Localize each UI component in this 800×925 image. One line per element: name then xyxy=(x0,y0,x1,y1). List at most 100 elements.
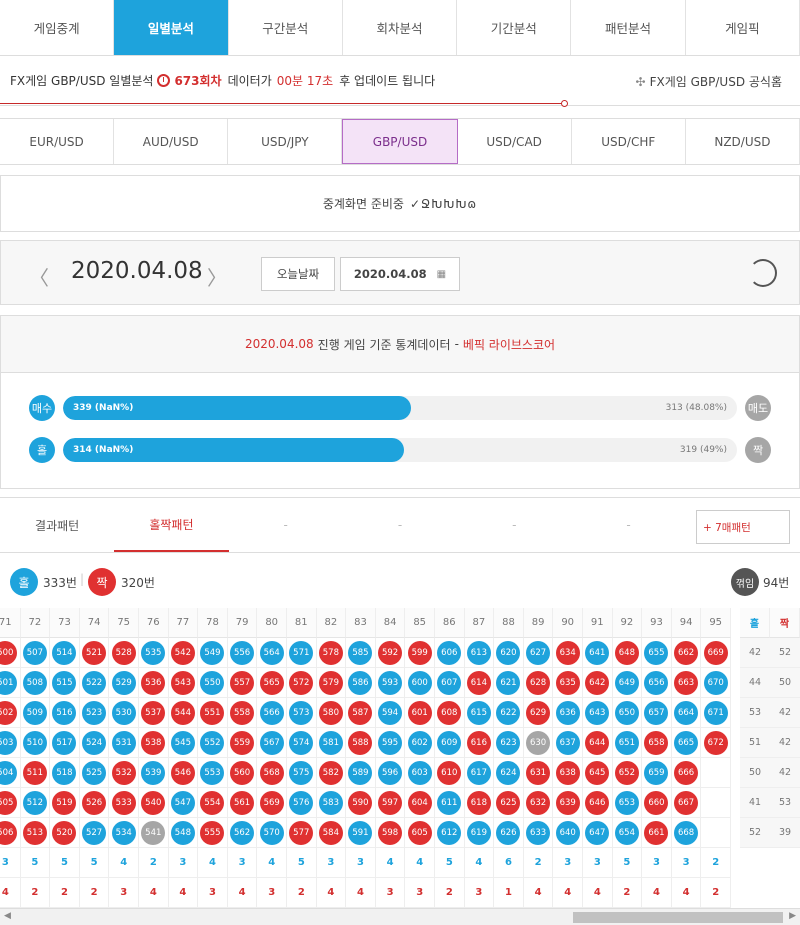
today-button[interactable]: 오늘날짜 xyxy=(261,257,335,291)
tab-4[interactable]: 기간분석 xyxy=(457,0,572,55)
stat-right-badge: 매도 xyxy=(745,395,771,421)
grid-cell: 577 xyxy=(287,818,317,848)
grid-cell: 594 xyxy=(375,698,406,728)
currency-tab-6[interactable]: NZD/USD xyxy=(686,119,800,164)
grid-cell: 545 xyxy=(168,728,199,758)
column-red-count: 2 xyxy=(701,878,731,908)
tab-5[interactable]: 패턴분석 xyxy=(571,0,686,55)
update-progress-handle xyxy=(561,100,568,107)
row-even-total: 50 xyxy=(770,668,800,698)
grid-cell: 631 xyxy=(523,758,554,788)
tab-2[interactable]: 구간분석 xyxy=(228,0,343,55)
result-ball: 637 xyxy=(555,730,580,755)
result-ball: 501 xyxy=(0,670,18,695)
horizontal-scrollbar[interactable]: ◀ ▶ xyxy=(0,908,800,925)
currency-tab-4[interactable]: USD/CAD xyxy=(458,119,572,164)
grid-cell: 585 xyxy=(346,638,376,668)
fx-link-icon: ✣ xyxy=(635,75,646,89)
currency-tab-0[interactable]: EUR/USD xyxy=(0,119,115,164)
stat-right-badge: 짝 xyxy=(745,437,771,463)
result-ball: 530 xyxy=(111,700,136,725)
date-picker-value: 2020.04.08 xyxy=(353,267,427,281)
grid-cell: 661 xyxy=(642,818,672,848)
result-ball: 618 xyxy=(466,790,491,815)
tab-0[interactable]: 게임중계 xyxy=(0,0,115,55)
grid-cell: 628 xyxy=(523,668,554,698)
grid-cell: 666 xyxy=(671,758,702,788)
grid-cell: 617 xyxy=(464,758,495,788)
seven-pattern-button[interactable]: + 7매패턴 xyxy=(695,510,790,544)
column-number: 88 xyxy=(494,608,524,638)
result-ball: 518 xyxy=(52,760,77,785)
result-ball: 516 xyxy=(52,700,77,725)
currency-tab-2[interactable]: USD/JPY xyxy=(228,119,343,164)
currency-tab-5[interactable]: USD/CHF xyxy=(572,119,686,164)
pattern-tab-5[interactable]: - xyxy=(571,498,685,552)
currency-tabs: EUR/USD AUD/USD USD/JPY GBP/USD USD/CAD USD/C… xyxy=(0,118,800,165)
grid-cell: 547 xyxy=(168,788,199,818)
grid-cell: 581 xyxy=(316,728,347,758)
currency-tab-1[interactable]: AUD/USD xyxy=(114,119,229,164)
grid-cell: 505 xyxy=(0,788,21,818)
result-ball: 521 xyxy=(82,640,107,665)
result-ball: 636 xyxy=(555,700,580,725)
grid-cell: 652 xyxy=(612,758,643,788)
grid-cell: 570 xyxy=(257,818,287,848)
scroll-left-icon[interactable]: ◀ xyxy=(4,911,11,921)
grid-cell: 597 xyxy=(375,788,406,818)
pattern-tab-4[interactable]: - xyxy=(457,498,571,552)
official-link[interactable]: ✣ FX게임 GBP/USD 공식홈 xyxy=(636,73,782,90)
column-red-count: 3 xyxy=(257,878,287,908)
refresh-icon[interactable] xyxy=(749,259,777,287)
column-blue-count: 3 xyxy=(168,848,199,878)
result-ball: 540 xyxy=(141,790,166,815)
grid-cell: 579 xyxy=(316,668,347,698)
odd-total-header: 홀 xyxy=(740,608,770,638)
result-ball: 542 xyxy=(170,640,195,665)
column-number: 91 xyxy=(583,608,613,638)
odd-badge: 홀 xyxy=(10,568,38,596)
result-ball: 592 xyxy=(378,640,403,665)
pattern-tab-3[interactable]: - xyxy=(343,498,457,552)
result-ball: 608 xyxy=(437,700,462,725)
grid-cell: 525 xyxy=(79,758,110,788)
grid-cell: 606 xyxy=(435,638,465,668)
grid-cell: 669 xyxy=(701,638,731,668)
column-red-count: 3 xyxy=(464,878,495,908)
result-ball: 531 xyxy=(111,730,136,755)
pattern-grid: 71 72 73 74 75 76 77 78 79 80 81 82 83 84 85 86 87 88 89 90… xyxy=(0,608,800,908)
pattern-tab-0[interactable]: 결과패턴 xyxy=(0,498,114,552)
grid-cell: 619 xyxy=(464,818,495,848)
grid-cell: 605 xyxy=(405,818,435,848)
grid-cell: 573 xyxy=(287,698,317,728)
stat-left-badge: 매수 xyxy=(29,395,55,421)
tab-3[interactable]: 회차분석 xyxy=(342,0,458,55)
result-ball: 513 xyxy=(22,820,47,845)
row-even-total: 39 xyxy=(770,818,800,848)
column-number: 81 xyxy=(287,608,317,638)
grid-cell: 609 xyxy=(435,728,465,758)
pattern-tab-1[interactable]: 홀짝패턴 xyxy=(114,498,229,552)
chevron-left-icon[interactable]: 〈 xyxy=(29,262,49,291)
column-red-count: 4 xyxy=(642,878,672,908)
scroll-right-icon[interactable]: ▶ xyxy=(789,911,796,921)
info-bar: FX게임 GBP/USD 일별분석 673회차 데이터가 00분 17초 후 업… xyxy=(0,56,800,107)
scrollbar-thumb[interactable] xyxy=(573,912,783,923)
result-ball: 515 xyxy=(52,670,77,695)
grid-cell: 509 xyxy=(20,698,51,728)
column-number: 73 xyxy=(50,608,80,638)
pattern-tab-2[interactable]: - xyxy=(229,498,343,552)
result-ball: 591 xyxy=(348,820,373,845)
result-ball: 543 xyxy=(170,670,195,695)
date-picker-input[interactable]: 2020.04.08 ▦ xyxy=(340,257,460,291)
result-ball: 561 xyxy=(230,790,255,815)
tab-1[interactable]: 일별분석 xyxy=(114,0,229,55)
column-number: 75 xyxy=(109,608,139,638)
currency-tab-3[interactable]: GBP/USD xyxy=(342,119,458,164)
tab-6[interactable]: 게임픽 xyxy=(685,0,800,55)
result-ball: 600 xyxy=(407,670,432,695)
result-ball: 604 xyxy=(407,790,432,815)
chevron-right-icon[interactable]: 〉 xyxy=(207,262,227,291)
column-blue-count: 3 xyxy=(671,848,702,878)
top-nav-tabs: 게임중계 일별분석 구간분석 회차분석 기간분석 패턴분석 게임픽 xyxy=(0,0,800,56)
